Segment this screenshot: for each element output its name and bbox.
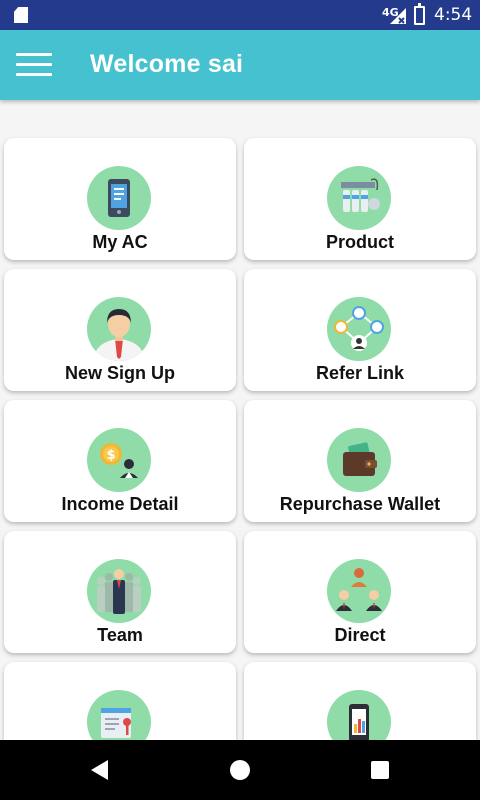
businessman-avatar-icon [87,297,151,361]
menu-card-label: Team [97,625,143,645]
page-title: Welcome sai [90,50,244,78]
menu-card-label: Repurchase Wallet [279,494,441,514]
status-bar: 4G 4:54 [0,0,480,30]
menu-card-label: Refer Link [315,363,405,383]
water-purifier-icon [327,166,391,230]
menu-card-team[interactable]: Team [4,531,236,653]
clock: 4:54 [434,5,473,25]
hierarchy-people-icon [327,559,391,623]
mobile-phone-icon [87,166,151,230]
back-triangle-icon[interactable] [88,758,112,782]
menu-card-label: Product [325,232,394,252]
wallet-icon [327,428,391,492]
menu-card-label: Income Detail [61,494,179,514]
sim-card-icon [14,7,28,23]
menu-card-refer-link[interactable]: Refer Link [244,269,476,391]
signal-icon [390,8,406,24]
svg-text:$: $ [106,448,115,463]
menu-card-product[interactable]: Product [244,138,476,260]
menu-card-repurchase-wallet[interactable]: Repurchase Wallet [244,400,476,522]
system-nav-bar [0,740,480,800]
menu-card-new-sign-up[interactable]: New Sign Up [4,269,236,391]
hamburger-menu-icon[interactable] [16,52,52,78]
home-circle-icon[interactable] [228,758,252,782]
share-network-icon [327,297,391,361]
menu-card-label: Direct [334,625,386,645]
menu-card-income-detail[interactable]: $ Income Detail [4,400,236,522]
app-bar: Welcome sai [0,30,480,100]
dollar-coin-person-icon: $ [87,428,151,492]
team-people-icon [87,559,151,623]
battery-icon [414,3,425,25]
menu-card-direct[interactable]: Direct [244,531,476,653]
menu-card-label: New Sign Up [64,363,175,383]
recents-square-icon[interactable] [368,758,392,782]
menu-card-label: My AC [92,232,148,252]
menu-card-my-ac[interactable]: My AC [4,138,236,260]
